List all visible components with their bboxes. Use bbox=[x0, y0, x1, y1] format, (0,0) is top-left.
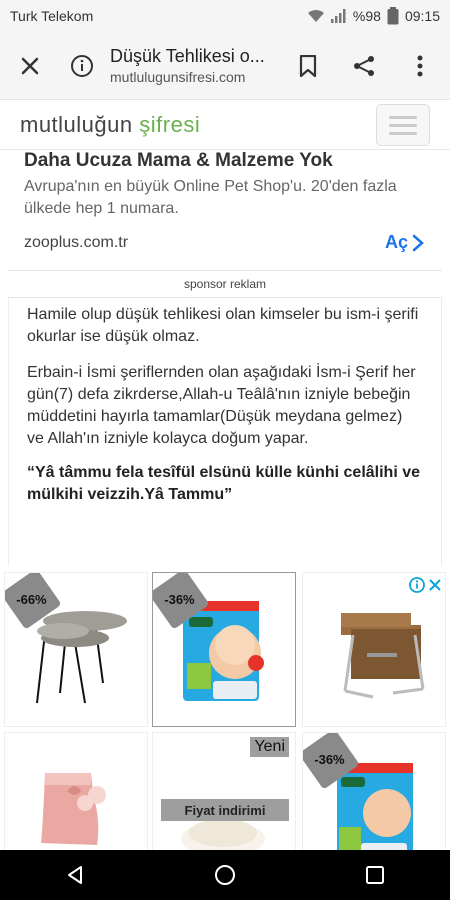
ad-headline: Daha Ucuza Mama & Malzeme Yok bbox=[24, 150, 333, 171]
close-icon bbox=[21, 57, 39, 74]
article-paragraph: Erbain-i İsmi şeriflernden olan aşağıdak… bbox=[27, 364, 416, 447]
recents-button[interactable] bbox=[345, 855, 405, 895]
article-quote: “Yâ tâmmu fela tesîfül elsünü külle künh… bbox=[27, 464, 421, 503]
battery-percent: %98 bbox=[352, 8, 381, 24]
hamburger-menu-button[interactable] bbox=[376, 104, 430, 146]
product-card[interactable]: Yeni Fiyat indirimi bbox=[152, 732, 296, 850]
recents-icon bbox=[366, 866, 384, 884]
back-icon bbox=[68, 866, 82, 884]
product-image bbox=[41, 773, 106, 845]
site-logo[interactable]: mutluluğun şifresi bbox=[20, 112, 200, 138]
status-bar: Turk Telekom %98 09:15 bbox=[0, 0, 450, 32]
price-drop-label: Fiyat indirimi bbox=[161, 799, 289, 821]
clock-time: 09:15 bbox=[404, 8, 440, 24]
info-icon[interactable] bbox=[409, 577, 425, 593]
sponsor-label: sponsor reklam bbox=[8, 270, 442, 298]
page-info-button[interactable] bbox=[60, 44, 104, 88]
more-options-button[interactable] bbox=[398, 44, 442, 88]
wifi-icon bbox=[307, 9, 324, 22]
more-vert-icon bbox=[417, 55, 423, 76]
hamburger-line bbox=[389, 115, 417, 119]
close-tab-button[interactable] bbox=[8, 44, 52, 88]
product-image bbox=[341, 613, 425, 699]
logo-text-part2: şifresi bbox=[139, 112, 201, 137]
page-title-area[interactable]: Düşük Tehlikesi o... mutlulugunsifresi.c… bbox=[104, 46, 286, 85]
ad-description: Avrupa'nın en büyük Online Pet Shop'u. 2… bbox=[24, 178, 397, 217]
product-card[interactable]: -36% bbox=[152, 572, 296, 727]
close-icon[interactable] bbox=[429, 579, 441, 591]
discount-value: -36% bbox=[313, 751, 345, 767]
browser-toolbar: Düşük Tehlikesi o... mutlulugunsifresi.c… bbox=[0, 32, 450, 100]
ad-open-button[interactable]: Aç bbox=[385, 232, 424, 253]
carrier-name: Turk Telekom bbox=[10, 8, 94, 24]
ad-cta-label: Aç bbox=[384, 232, 408, 252]
battery-icon bbox=[387, 7, 399, 25]
info-icon bbox=[71, 54, 93, 77]
home-button[interactable] bbox=[195, 855, 255, 895]
article-body: Hamile olup düşük tehlikesi olan kimsele… bbox=[8, 298, 442, 566]
system-navigation-bar bbox=[0, 850, 450, 900]
page-title: Düşük Tehlikesi o... bbox=[110, 46, 265, 66]
home-icon bbox=[215, 865, 235, 885]
share-button[interactable] bbox=[342, 44, 386, 88]
product-card[interactable]: -36% bbox=[302, 732, 446, 850]
back-button[interactable] bbox=[45, 855, 105, 895]
product-card[interactable] bbox=[4, 732, 148, 850]
hamburger-line bbox=[389, 131, 417, 135]
product-ad-grid: -66% -36% Yeni Fiyat indirimi -36% bbox=[0, 568, 450, 850]
signal-icon bbox=[330, 9, 346, 23]
site-header: mutluluğun şifresi bbox=[0, 100, 450, 150]
new-badge: Yeni bbox=[250, 737, 289, 757]
product-card[interactable] bbox=[302, 572, 446, 727]
discount-value: -66% bbox=[15, 591, 47, 607]
bookmark-button[interactable] bbox=[286, 44, 330, 88]
chevron-right-icon bbox=[412, 234, 424, 251]
article-paragraph: Hamile olup düşük tehlikesi olan kimsele… bbox=[27, 306, 419, 345]
product-card[interactable]: -66% bbox=[4, 572, 148, 727]
ad-domain: zooplus.com.tr bbox=[24, 234, 129, 251]
ad-choices[interactable] bbox=[409, 577, 441, 593]
ad-banner[interactable]: Daha Ucuza Mama & Malzeme Yok Avrupa'nın… bbox=[8, 150, 442, 270]
status-icons: %98 09:15 bbox=[307, 7, 440, 25]
logo-text-part1: mutluluğun bbox=[20, 112, 133, 137]
share-icon bbox=[354, 55, 374, 76]
page-url: mutlulugunsifresi.com bbox=[110, 69, 246, 85]
discount-value: -36% bbox=[163, 591, 195, 607]
hamburger-line bbox=[389, 123, 417, 127]
bookmark-icon bbox=[299, 54, 317, 77]
